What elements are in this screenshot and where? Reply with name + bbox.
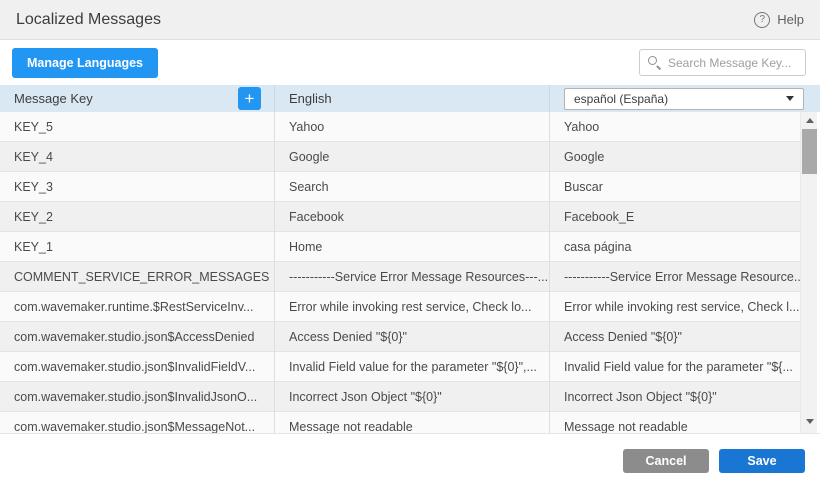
message-key-header-cell: Message Key + [0,85,275,112]
add-language-button[interactable]: + [238,87,261,110]
translation-cell[interactable]: Buscar [550,172,800,201]
scroll-down-button[interactable] [801,413,818,430]
search-input[interactable] [639,49,806,76]
translation-cell[interactable]: Error while invoking rest service, Check… [550,292,800,321]
message-key-cell: COMMENT_SERVICE_ERROR_MESSAGES [0,262,275,291]
translation-cell[interactable]: Google [550,142,800,171]
scroll-up-icon [806,118,814,123]
english-cell[interactable]: Search [275,172,550,201]
english-cell[interactable]: Access Denied "${0}" [275,322,550,351]
message-key-cell: KEY_1 [0,232,275,261]
message-key-cell: com.wavemaker.studio.json$InvalidFieldV.… [0,352,275,381]
vertical-scrollbar[interactable] [800,112,817,434]
english-cell[interactable]: Invalid Field value for the parameter "$… [275,352,550,381]
table-rows: KEY_5 Yahoo Yahoo KEY_4 Google Google KE… [0,112,800,434]
save-button[interactable]: Save [719,449,805,473]
localized-messages-dialog: Localized Messages ? Help Manage Languag… [0,0,820,487]
english-cell[interactable]: Error while invoking rest service, Check… [275,292,550,321]
table-row[interactable]: KEY_4 Google Google [0,142,800,172]
english-cell[interactable]: Message not readable [275,412,550,434]
table-row[interactable]: com.wavemaker.studio.json$InvalidJsonO..… [0,382,800,412]
table-row[interactable]: COMMENT_SERVICE_ERROR_MESSAGES ---------… [0,262,800,292]
table-row[interactable]: KEY_2 Facebook Facebook_E [0,202,800,232]
english-header-cell: English [275,85,550,112]
translation-cell[interactable]: casa página [550,232,800,261]
help-label: Help [777,12,804,27]
message-key-cell: KEY_2 [0,202,275,231]
english-cell[interactable]: Facebook [275,202,550,231]
english-cell[interactable]: Google [275,142,550,171]
table-row[interactable]: com.wavemaker.studio.json$InvalidFieldV.… [0,352,800,382]
message-key-cell: com.wavemaker.studio.json$AccessDenied [0,322,275,351]
translation-cell[interactable]: -----------Service Error Message Resourc… [550,262,800,291]
manage-languages-button[interactable]: Manage Languages [12,48,158,78]
english-header-label: English [289,91,332,106]
help-icon: ? [754,12,770,28]
chevron-down-icon [786,96,794,101]
footer: Cancel Save [0,434,820,487]
english-cell[interactable]: Home [275,232,550,261]
page-title: Localized Messages [16,11,161,29]
english-cell[interactable]: Incorrect Json Object "${0}" [275,382,550,411]
english-cell[interactable]: -----------Service Error Message Resourc… [275,262,550,291]
message-key-cell: KEY_5 [0,112,275,141]
translation-cell[interactable]: Access Denied "${0}" [550,322,800,351]
message-key-cell: KEY_4 [0,142,275,171]
scroll-down-icon [806,419,814,424]
translation-cell[interactable]: Facebook_E [550,202,800,231]
language-select[interactable]: español (España) [564,88,804,110]
table-row[interactable]: KEY_1 Home casa página [0,232,800,262]
table-body: KEY_5 Yahoo Yahoo KEY_4 Google Google KE… [0,112,820,434]
translation-cell[interactable]: Incorrect Json Object "${0}" [550,382,800,411]
search-icon [648,56,661,69]
help-button[interactable]: ? Help [754,12,804,28]
language-header-cell: español (España) [550,85,820,112]
table-header-row: Message Key + English español (España) [0,85,820,112]
message-key-cell: com.wavemaker.studio.json$MessageNot... [0,412,275,434]
message-key-cell: com.wavemaker.studio.json$InvalidJsonO..… [0,382,275,411]
table-row[interactable]: com.wavemaker.studio.json$AccessDenied A… [0,322,800,352]
title-bar: Localized Messages ? Help [0,0,820,40]
cancel-button[interactable]: Cancel [623,449,709,473]
language-select-value: español (España) [574,92,668,106]
table-row[interactable]: com.wavemaker.studio.json$MessageNot... … [0,412,800,434]
table-row[interactable]: com.wavemaker.runtime.$RestServiceInv...… [0,292,800,322]
toolbar: Manage Languages [0,40,820,85]
translation-cell[interactable]: Yahoo [550,112,800,141]
table-row[interactable]: KEY_3 Search Buscar [0,172,800,202]
table-row[interactable]: KEY_5 Yahoo Yahoo [0,112,800,142]
message-key-cell: com.wavemaker.runtime.$RestServiceInv... [0,292,275,321]
search-box [639,49,806,76]
english-cell[interactable]: Yahoo [275,112,550,141]
message-key-cell: KEY_3 [0,172,275,201]
scrollbar-thumb[interactable] [802,129,817,174]
scroll-up-button[interactable] [801,112,818,129]
translation-cell[interactable]: Invalid Field value for the parameter "$… [550,352,800,381]
message-key-header-label: Message Key [14,91,93,106]
translation-cell[interactable]: Message not readable [550,412,800,434]
